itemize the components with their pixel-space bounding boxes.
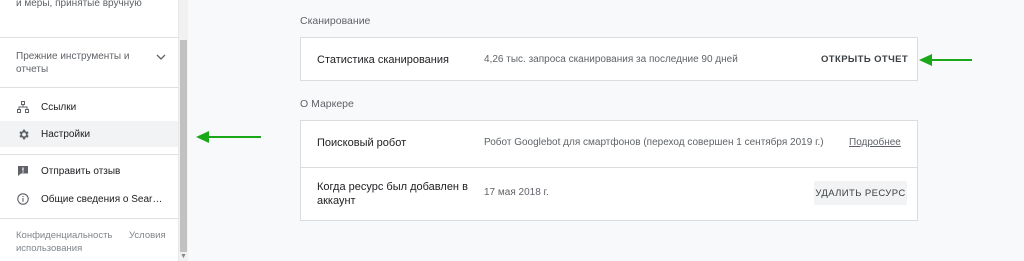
sidebar-item-feedback[interactable]: Отправить отзыв [0, 158, 178, 184]
chevron-down-icon[interactable] [155, 52, 167, 62]
scroll-down-arrow-icon[interactable]: ▼ [179, 253, 188, 261]
divider [0, 87, 178, 88]
crawl-section-title: Сканирование [300, 15, 371, 27]
remove-property-button[interactable]: УДАЛИТЬ РЕСУРС [814, 181, 907, 205]
sidebar: и меры, принятые вручную Прежние инструм… [0, 0, 178, 261]
sidebar-item-legacy-tools[interactable]: Прежние инструменты и отчеты [16, 50, 156, 76]
learn-more-link[interactable]: Подробнее [849, 137, 901, 148]
crawler-label: Поисковый робот [317, 137, 407, 149]
sidebar-item-label: Настройки [41, 128, 91, 140]
divider [0, 218, 178, 219]
crawl-stats-value: 4,26 тыс. запроса сканирования за послед… [484, 54, 738, 65]
about-section-title: О Маркере [300, 98, 354, 110]
crawler-value: Робот Googlebot для смартфонов (переход … [484, 137, 824, 148]
sidebar-item-links[interactable]: Ссылки [0, 94, 178, 120]
info-icon [16, 192, 30, 206]
sidebar-item-label: Общие сведения о Search ... [41, 193, 166, 205]
gear-icon [16, 127, 30, 141]
added-date-label: Когда ресурс был добавлен в аккаунт [317, 181, 468, 207]
added-date-value: 17 мая 2018 г. [484, 187, 549, 198]
crawler-row: Поисковый робот Робот Googlebot для смар… [301, 121, 917, 167]
sidebar-footer: Конфиденциальность Условия использования [16, 229, 176, 255]
crawl-stats-card: Статистика сканирования 4,26 тыс. запрос… [300, 37, 918, 81]
sitemap-icon [16, 100, 30, 114]
annotation-arrow-icon [919, 54, 972, 66]
sidebar-item-label: Ссылки [41, 101, 77, 113]
sidebar-item-about[interactable]: Общие сведения о Search ... [0, 186, 178, 212]
feedback-icon [16, 164, 30, 178]
divider [0, 37, 178, 38]
divider [0, 154, 178, 155]
privacy-link[interactable]: Конфиденциальность [16, 230, 112, 241]
about-card: Поисковый робот Робот Googlebot для смар… [300, 120, 918, 221]
sidebar-item-label: Отправить отзыв [41, 165, 121, 177]
open-report-button[interactable]: ОТКРЫТЬ ОТЧЕТ [821, 54, 908, 65]
sidebar-scrollbar[interactable]: ▼ [178, 0, 188, 261]
scrollbar-thumb[interactable] [180, 40, 187, 252]
sidebar-item-manual-actions[interactable]: и меры, принятые вручную [16, 0, 166, 10]
added-date-row: Когда ресурс был добавлен в аккаунт 17 м… [301, 168, 917, 220]
annotation-arrow-icon [196, 131, 261, 143]
crawl-stats-label: Статистика сканирования [317, 54, 449, 66]
sidebar-item-settings[interactable]: Настройки [0, 121, 178, 147]
